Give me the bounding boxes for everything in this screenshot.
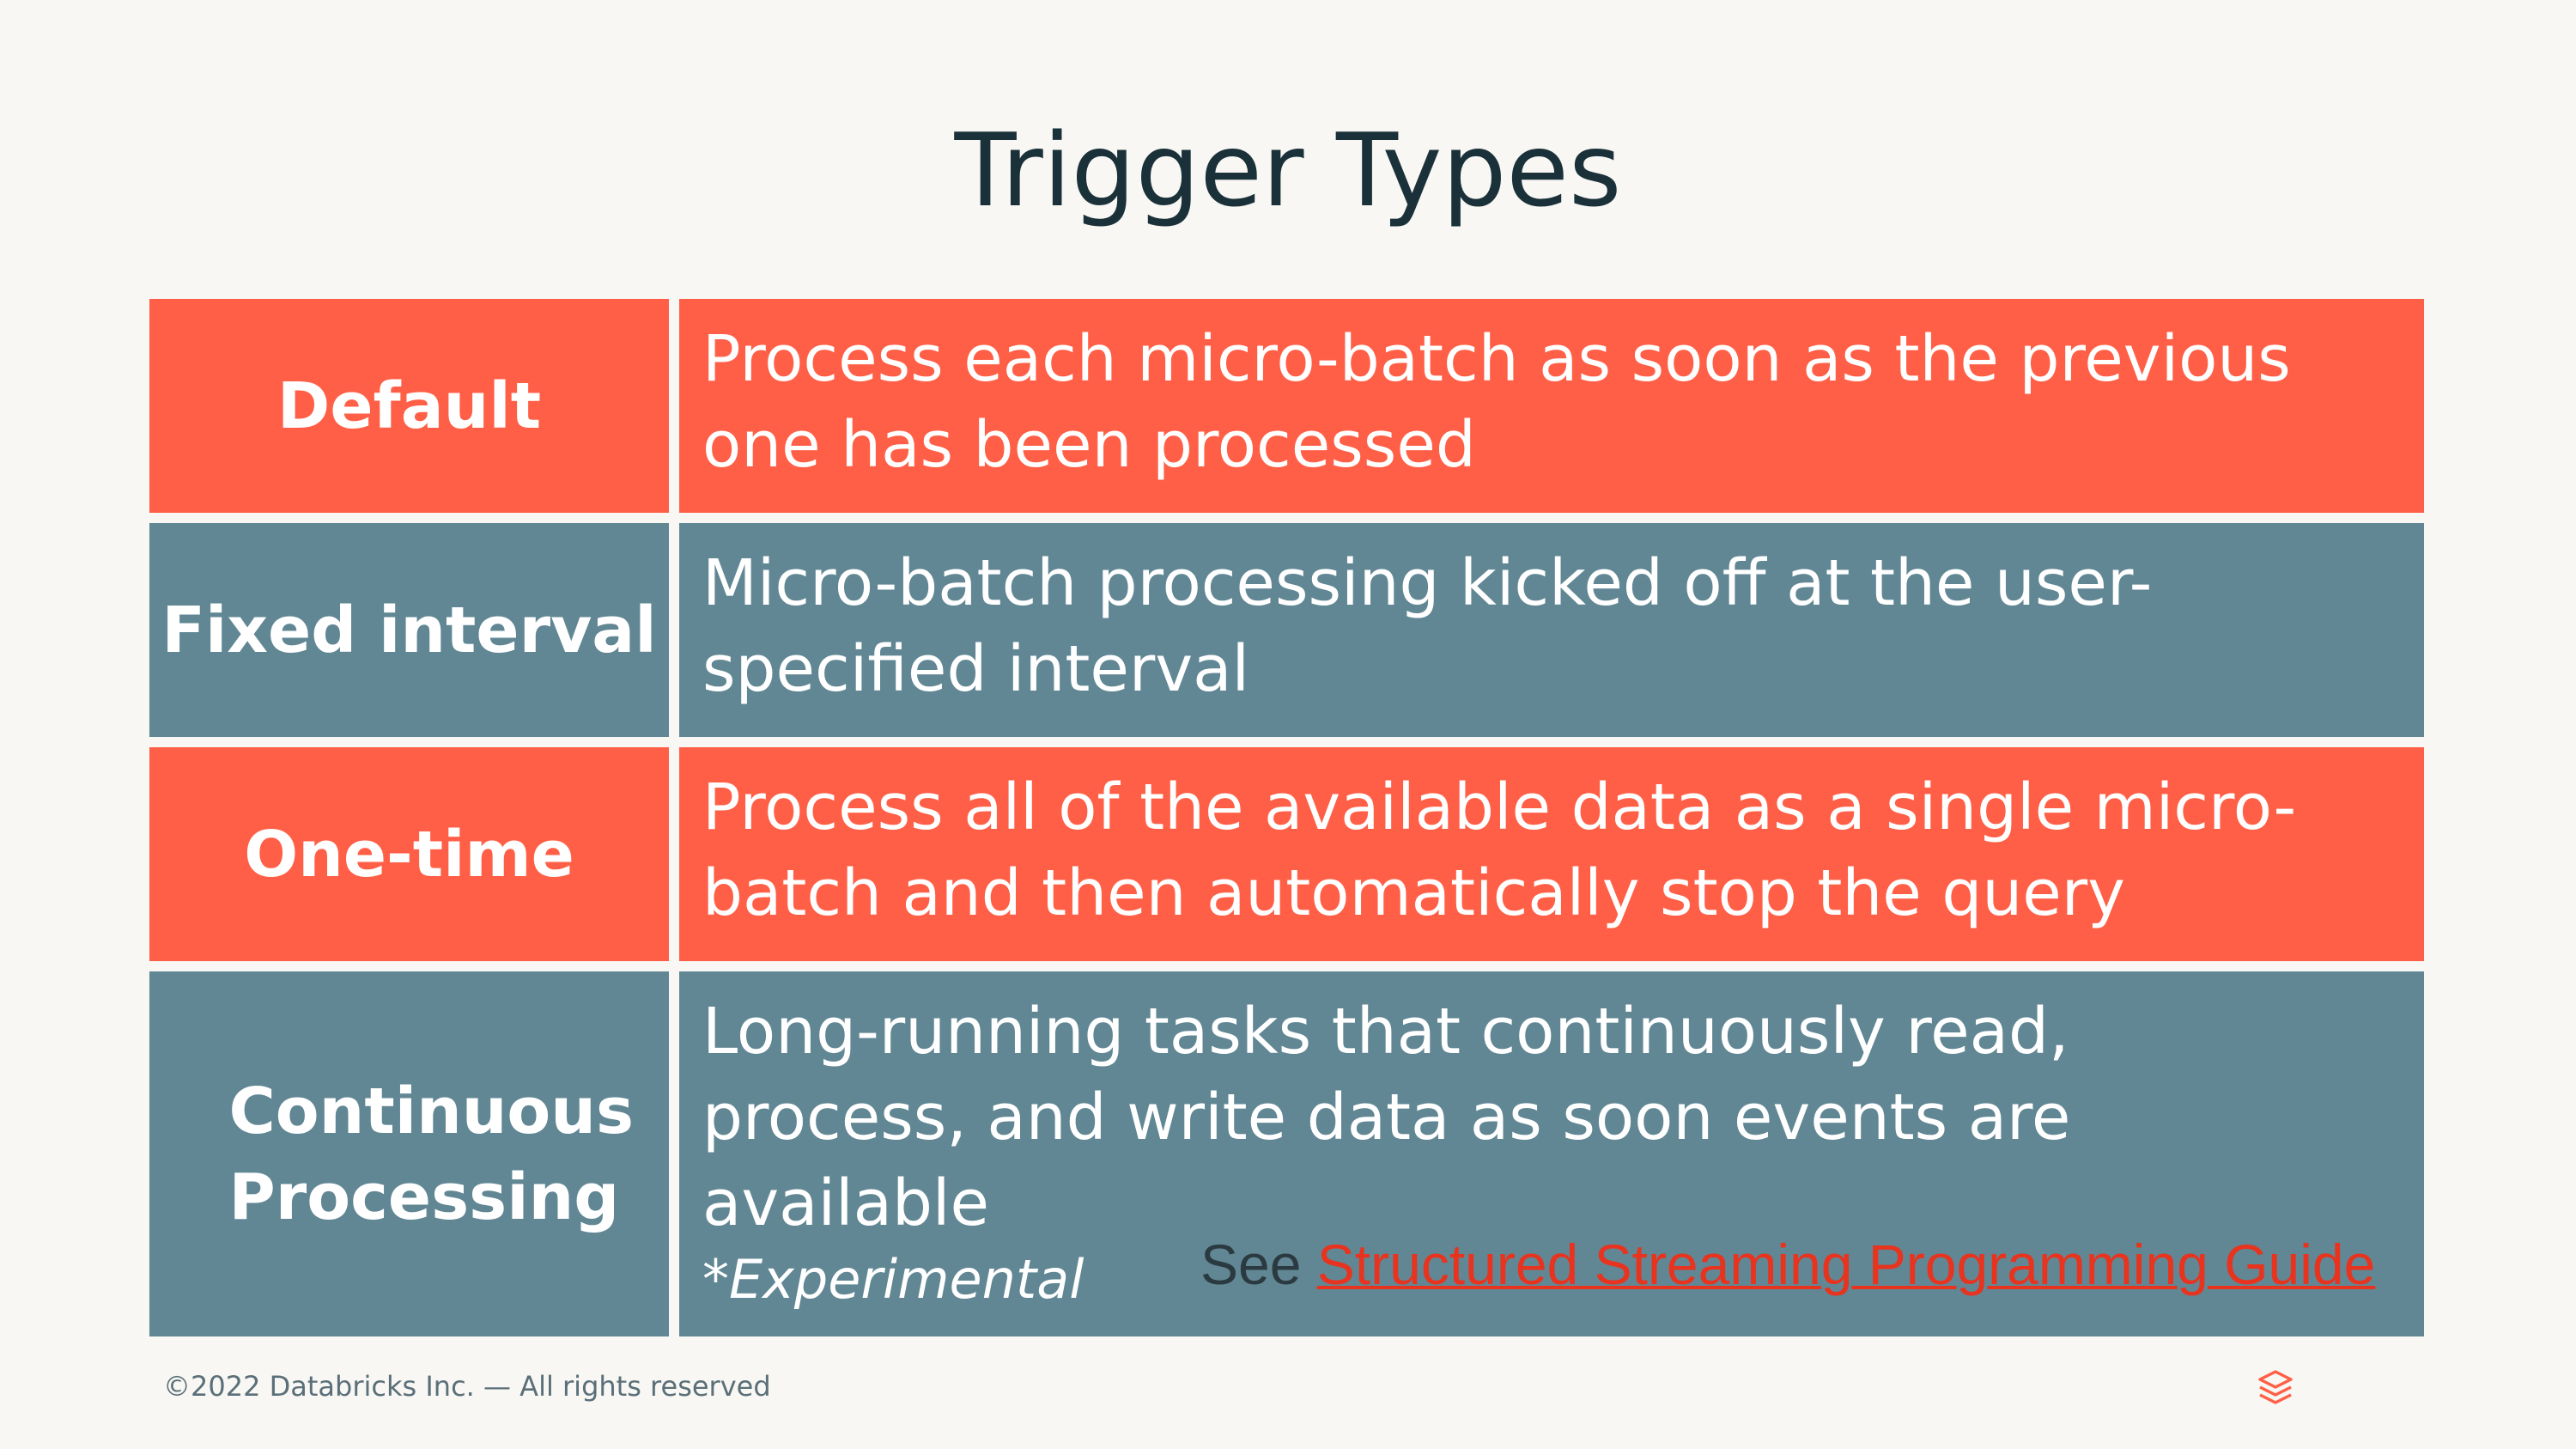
trigger-description-fixed-interval: Micro-batch processing kicked off at the… — [679, 523, 2424, 737]
continuous-processing-description-text: Long-running tasks that continuously rea… — [702, 995, 2071, 1240]
trigger-label-fixed-interval: Fixed interval — [149, 523, 669, 737]
reference-prefix: See — [1200, 1233, 1302, 1296]
experimental-note: *Experimental — [702, 1248, 1084, 1311]
copyright-footer: ©2022 Databricks Inc. — All rights reser… — [163, 1370, 771, 1403]
trigger-label-default: Default — [149, 299, 669, 513]
programming-guide-link[interactable]: Structured Streaming Programming Guide — [1317, 1233, 2376, 1296]
slide-title: Trigger Types — [954, 111, 1622, 229]
trigger-label-continuous-processing: Continuous Processing — [149, 971, 669, 1336]
trigger-label-one-time: One-time — [149, 747, 669, 961]
trigger-description-one-time: Process all of the available data as a s… — [679, 747, 2424, 961]
trigger-description-default: Process each micro-batch as soon as the … — [679, 299, 2424, 513]
databricks-logo-icon — [2258, 1370, 2293, 1404]
programming-guide-reference: See Structured Streaming Programming Gui… — [1200, 1228, 2375, 1300]
continuous-processing-label-text: Continuous Processing — [228, 1074, 635, 1234]
